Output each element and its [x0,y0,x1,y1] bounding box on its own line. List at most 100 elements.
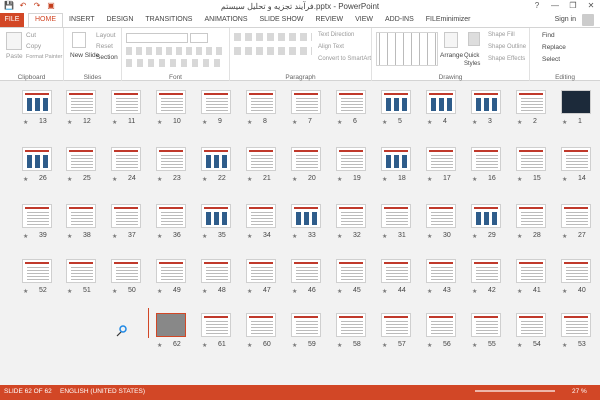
transition-star-icon[interactable]: ★ [247,119,252,126]
slide-thumbnail[interactable] [381,90,411,114]
tab-fileminimizer[interactable]: FILEminimizer [420,13,477,27]
slide-thumbnail[interactable] [201,259,231,283]
transition-star-icon[interactable]: ★ [202,233,207,240]
paste-button[interactable]: Paste [6,53,23,60]
transition-star-icon[interactable]: ★ [517,233,522,240]
transition-star-icon[interactable]: ★ [517,288,522,295]
transition-star-icon[interactable]: ★ [23,288,28,295]
slide-thumbnail[interactable] [291,204,321,228]
slide-thumbnail[interactable] [426,147,456,171]
tab-animations[interactable]: ANIMATIONS [198,13,253,27]
tab-add-ins[interactable]: ADD-INS [379,13,420,27]
slide-thumbnail[interactable] [471,313,501,337]
list-buttons[interactable] [234,33,312,41]
select-button[interactable]: Select [542,56,560,63]
slide-thumbnail[interactable] [516,259,546,283]
transition-star-icon[interactable]: ★ [292,176,297,183]
shape-outline-button[interactable]: Shape Outline [488,44,526,50]
slide-thumbnail[interactable] [246,259,276,283]
transition-star-icon[interactable]: ★ [292,288,297,295]
shape-fill-button[interactable]: Shape Fill [488,32,515,38]
find-button[interactable]: Find [542,32,555,39]
transition-star-icon[interactable]: ★ [292,342,297,349]
transition-star-icon[interactable]: ★ [67,288,72,295]
cut-button[interactable]: Cut [26,32,36,39]
transition-star-icon[interactable]: ★ [562,176,567,183]
tab-home[interactable]: HOME [28,13,63,27]
transition-star-icon[interactable]: ★ [517,342,522,349]
slide-thumbnail[interactable] [561,259,591,283]
slide-thumbnail[interactable] [426,204,456,228]
transition-star-icon[interactable]: ★ [472,342,477,349]
slide-thumbnail[interactable] [561,90,591,114]
slide-thumbnail[interactable] [426,259,456,283]
slide-thumbnail[interactable] [336,204,366,228]
slide-thumbnail[interactable] [22,90,52,114]
slide-thumbnail[interactable] [336,147,366,171]
transition-star-icon[interactable]: ★ [517,119,522,126]
transition-star-icon[interactable]: ★ [382,119,387,126]
transition-star-icon[interactable]: ★ [382,176,387,183]
transition-star-icon[interactable]: ★ [562,342,567,349]
slide-thumbnail[interactable] [426,90,456,114]
tab-slide-show[interactable]: SLIDE SHOW [254,13,310,27]
transition-star-icon[interactable]: ★ [157,176,162,183]
transition-star-icon[interactable]: ★ [157,342,162,349]
transition-star-icon[interactable]: ★ [23,233,28,240]
zoom-slider[interactable] [475,390,555,392]
transition-star-icon[interactable]: ★ [472,119,477,126]
slide-thumbnail[interactable] [471,147,501,171]
new-slide-icon[interactable] [72,32,86,48]
transition-star-icon[interactable]: ★ [67,119,72,126]
transition-star-icon[interactable]: ★ [472,233,477,240]
slide-thumbnail[interactable] [111,259,141,283]
copy-button[interactable]: Copy [26,43,41,50]
slide-thumbnail[interactable] [201,313,231,337]
transition-star-icon[interactable]: ★ [427,342,432,349]
transition-star-icon[interactable]: ★ [112,233,117,240]
transition-star-icon[interactable]: ★ [562,233,567,240]
section-button[interactable]: Section [96,54,118,61]
alignment-buttons[interactable] [234,47,312,55]
transition-star-icon[interactable]: ★ [112,288,117,295]
slide-thumbnail[interactable] [381,204,411,228]
transition-star-icon[interactable]: ★ [337,176,342,183]
slide-thumbnail[interactable] [66,259,96,283]
slide-thumbnail[interactable] [156,313,186,337]
transition-star-icon[interactable]: ★ [157,288,162,295]
shapes-gallery[interactable] [376,32,438,66]
quick-styles-button[interactable]: Quick Styles [464,52,484,68]
font-name-box[interactable] [126,33,188,43]
shape-effects-button[interactable]: Shape Effects [488,56,525,62]
align-text-button[interactable]: Align Text [318,44,344,50]
transition-star-icon[interactable]: ★ [472,288,477,295]
slide-thumbnail[interactable] [471,259,501,283]
slide-thumbnail[interactable] [22,204,52,228]
font-format-buttons[interactable] [126,47,224,55]
slide-thumbnail[interactable] [291,313,321,337]
slide-thumbnail[interactable] [156,204,186,228]
convert-smartart-button[interactable]: Convert to SmartArt [318,56,371,62]
transition-star-icon[interactable]: ★ [427,176,432,183]
transition-star-icon[interactable]: ★ [112,176,117,183]
slide-thumbnail[interactable] [246,90,276,114]
transition-star-icon[interactable]: ★ [157,119,162,126]
transition-star-icon[interactable]: ★ [247,342,252,349]
replace-button[interactable]: Replace [542,44,566,51]
slide-thumbnail[interactable] [111,90,141,114]
format-painter-button[interactable]: Format Painter [26,54,62,60]
tab-transitions[interactable]: TRANSITIONS [139,13,198,27]
transition-star-icon[interactable]: ★ [157,233,162,240]
restore-button[interactable]: ❐ [564,0,582,12]
avatar[interactable] [582,14,594,26]
help-button[interactable]: ? [528,0,546,12]
language-indicator[interactable]: ENGLISH (UNITED STATES) [60,388,145,395]
transition-star-icon[interactable]: ★ [67,176,72,183]
new-slide-button[interactable]: New Slide [70,52,99,59]
transition-star-icon[interactable]: ★ [337,342,342,349]
transition-star-icon[interactable]: ★ [23,119,28,126]
slide-thumbnail[interactable] [246,313,276,337]
slide-thumbnail[interactable] [471,90,501,114]
transition-star-icon[interactable]: ★ [202,342,207,349]
slide-thumbnail[interactable] [201,204,231,228]
